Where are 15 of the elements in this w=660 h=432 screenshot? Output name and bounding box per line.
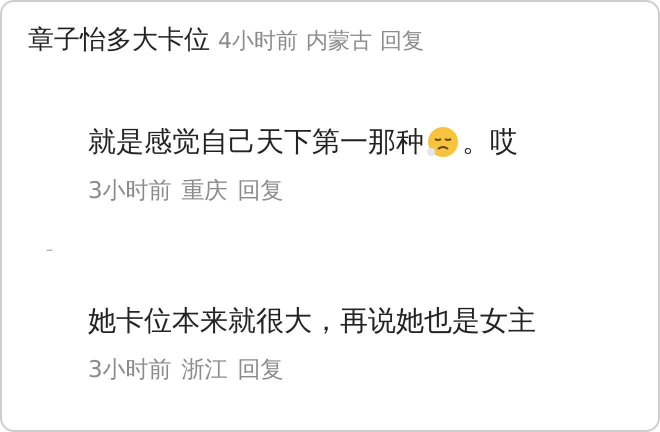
emoji-icon <box>426 125 460 159</box>
comment-location: 内蒙古 <box>306 28 372 56</box>
reply-link[interactable]: 回复 <box>238 354 284 385</box>
comment-time: 3小时前 <box>88 356 172 385</box>
comment-author: 章子怡多大卡位 <box>28 24 210 57</box>
separator-mark: – <box>46 242 54 258</box>
comment-location: 重庆 <box>182 177 228 206</box>
comment-text: 她卡位本来就很大，再说她也是女主 <box>88 303 536 339</box>
comment-location: 浙江 <box>182 356 228 385</box>
reply-link[interactable]: 回复 <box>380 26 424 56</box>
comment-time: 3小时前 <box>88 177 172 206</box>
comment-text: 。哎 <box>462 124 518 160</box>
reply-link[interactable]: 回复 <box>238 175 284 206</box>
comment-text: 就是感觉自己天下第一那种 <box>88 124 424 160</box>
comment-time: 4小时前 <box>218 28 298 56</box>
